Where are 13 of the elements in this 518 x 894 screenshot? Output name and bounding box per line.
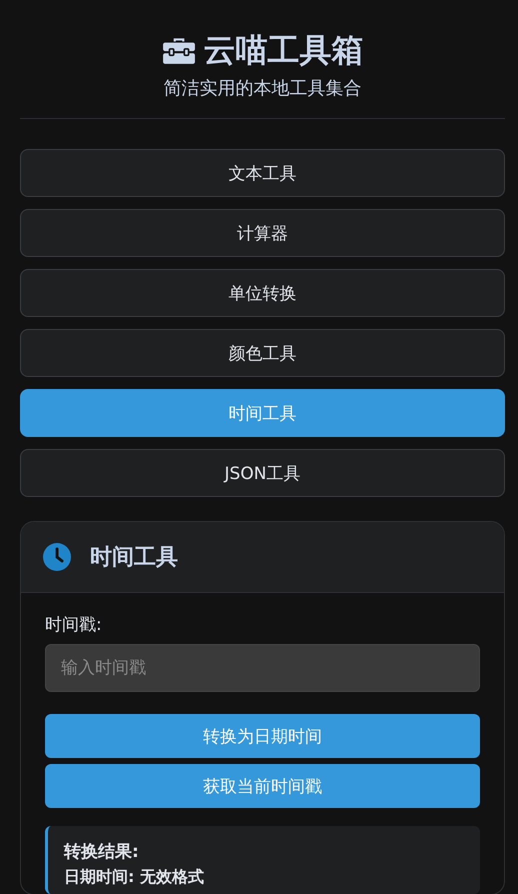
tool-tab[interactable]: JSON工具 [20, 449, 505, 497]
app-subtitle: 简洁实用的本地工具集合 [162, 77, 362, 100]
field-label: 时间戳: [45, 614, 103, 636]
timestamp-input[interactable]: 输入时间戳 [45, 644, 480, 692]
tool-tab[interactable]: 颜色工具 [20, 329, 505, 377]
app-title: 云喵工具箱 [204, 30, 364, 70]
tool-tab[interactable]: 文本工具 [20, 149, 505, 197]
result-line: 日期时间: 无效格式 [64, 867, 205, 888]
panel-title: 时间工具 [90, 544, 178, 572]
clock-icon [42, 542, 72, 572]
tool-tab[interactable]: 计算器 [20, 209, 505, 257]
result-title: 转换结果: [64, 841, 140, 863]
tool-tab[interactable]: 单位转换 [20, 269, 505, 317]
